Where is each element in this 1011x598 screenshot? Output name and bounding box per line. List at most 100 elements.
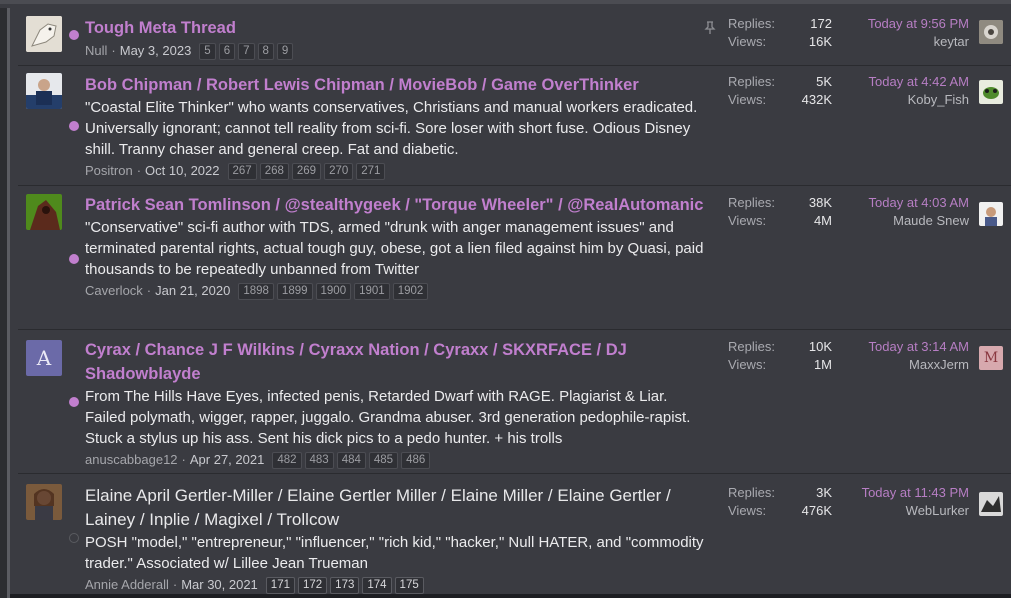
- thread-date[interactable]: Oct 10, 2022: [145, 161, 219, 181]
- thread-main: Bob Chipman / Robert Lewis Chipman / Mov…: [85, 73, 705, 181]
- avatar-letter: A: [36, 346, 52, 370]
- thread-main: Tough Meta Thread Null · May 3, 2023 5 6…: [85, 16, 705, 61]
- unread-indicator: [69, 254, 79, 264]
- latest-user[interactable]: keytar: [809, 33, 969, 51]
- latest-post: Today at 11:43 PM WebLurker: [809, 484, 969, 520]
- meta-separator: ·: [111, 43, 116, 58]
- read-indicator: [69, 533, 79, 543]
- thread-row[interactable]: A Cyrax / Chance J F Wilkins / Cyraxx Na…: [18, 330, 1011, 474]
- meta-separator: ·: [172, 577, 178, 592]
- page-link[interactable]: 1898: [238, 282, 274, 300]
- page-jump-links: 267 268 269 270 271: [227, 162, 386, 180]
- thread-meta: Caverlock · Jan 21, 2020 1898 1899 1900 …: [85, 281, 705, 301]
- page-link[interactable]: 174: [362, 576, 392, 594]
- latest-time[interactable]: Today at 4:42 AM: [809, 73, 969, 91]
- thread-excerpt: "Coastal Elite Thinker" who wants conser…: [85, 99, 698, 158]
- page-link[interactable]: 171: [265, 576, 295, 594]
- latest-avatar[interactable]: [979, 80, 1003, 104]
- avatar[interactable]: [26, 484, 62, 520]
- latest-avatar-letter: M: [983, 350, 999, 366]
- thread-meta: Null · May 3, 2023 5 6 7 8 9: [85, 41, 705, 61]
- page-link[interactable]: 8: [257, 42, 274, 60]
- thread-date[interactable]: May 3, 2023: [120, 41, 192, 61]
- latest-avatar[interactable]: [979, 20, 1003, 44]
- page-link[interactable]: 7: [238, 42, 255, 60]
- thread-author[interactable]: Caverlock: [85, 281, 143, 301]
- thread-list-panel: Tough Meta Thread Null · May 3, 2023 5 6…: [0, 0, 1011, 598]
- latest-post: Today at 4:03 AM Maude Snew: [809, 194, 969, 230]
- thread-excerpt: "Conservative" sci-fi author with TDS, a…: [85, 219, 704, 278]
- thread-main: Patrick Sean Tomlinson / @stealthygeek /…: [85, 193, 705, 301]
- page-link[interactable]: 484: [336, 451, 366, 469]
- latest-user[interactable]: Maude Snew: [809, 212, 969, 230]
- page-link[interactable]: 267: [227, 162, 257, 180]
- replies-label: Replies:: [728, 74, 775, 89]
- avatar[interactable]: A: [26, 340, 62, 376]
- latest-time[interactable]: Today at 9:56 PM: [809, 15, 969, 33]
- thread-title[interactable]: Elaine April Gertler-Miller / Elaine Ger…: [85, 484, 705, 532]
- thread-meta: Annie Adderall · Mar 30, 2021 171 172 17…: [85, 575, 705, 595]
- latest-user[interactable]: MaxxJerm: [809, 356, 969, 374]
- page-link[interactable]: 1902: [392, 282, 429, 300]
- latest-user[interactable]: WebLurker: [809, 502, 969, 520]
- thread-date[interactable]: Jan 21, 2020: [155, 281, 230, 301]
- thread-title[interactable]: Cyrax / Chance J F Wilkins / Cyraxx Nati…: [85, 338, 705, 386]
- thread-list: Tough Meta Thread Null · May 3, 2023 5 6…: [18, 8, 1011, 594]
- views-label: Views:: [728, 213, 767, 228]
- thread-author[interactable]: anuscabbage12: [85, 450, 178, 470]
- avatar[interactable]: [26, 194, 62, 230]
- page-link[interactable]: 173: [330, 576, 360, 594]
- page-link[interactable]: 1900: [315, 282, 352, 300]
- latest-avatar[interactable]: [979, 492, 1003, 516]
- page-link[interactable]: 482: [272, 451, 302, 469]
- replies-label: Replies:: [728, 16, 775, 31]
- page-link[interactable]: 270: [324, 162, 354, 180]
- latest-avatar[interactable]: M: [979, 346, 1003, 370]
- unread-indicator: [69, 121, 79, 131]
- left-rail: [0, 8, 10, 598]
- page-link[interactable]: 9: [276, 42, 294, 60]
- page-link[interactable]: 486: [401, 451, 431, 469]
- thread-excerpt: From The Hills Have Eyes, infected penis…: [85, 388, 691, 447]
- thread-author[interactable]: Annie Adderall: [85, 575, 169, 595]
- thread-date[interactable]: Mar 30, 2021: [181, 575, 258, 595]
- page-link[interactable]: 483: [304, 451, 334, 469]
- latest-time[interactable]: Today at 3:14 AM: [809, 338, 969, 356]
- views-label: Views:: [728, 92, 767, 107]
- avatar[interactable]: [26, 16, 62, 52]
- page-link[interactable]: 172: [297, 576, 328, 594]
- thread-row[interactable]: Tough Meta Thread Null · May 3, 2023 5 6…: [18, 8, 1011, 66]
- page-link[interactable]: 1899: [276, 282, 313, 300]
- page-link[interactable]: 175: [394, 576, 424, 594]
- thread-author[interactable]: Null: [85, 41, 107, 61]
- latest-user[interactable]: Koby_Fish: [809, 91, 969, 109]
- latest-avatar[interactable]: [979, 202, 1003, 226]
- page-link[interactable]: 1901: [354, 282, 390, 300]
- meta-separator: ·: [136, 163, 142, 178]
- avatar[interactable]: [26, 73, 62, 109]
- thread-title[interactable]: Patrick Sean Tomlinson / @stealthygeek /…: [85, 193, 705, 217]
- page-link[interactable]: 271: [356, 162, 386, 180]
- thread-row[interactable]: Patrick Sean Tomlinson / @stealthygeek /…: [18, 186, 1011, 330]
- page-link[interactable]: 485: [368, 451, 399, 469]
- page-link[interactable]: 6: [218, 42, 236, 60]
- thread-row[interactable]: Elaine April Gertler-Miller / Elaine Ger…: [18, 474, 1011, 598]
- page-link[interactable]: 268: [259, 162, 289, 180]
- latest-time[interactable]: Today at 11:43 PM: [809, 484, 969, 502]
- latest-post: Today at 9:56 PM keytar: [809, 15, 969, 51]
- page-link[interactable]: 269: [291, 162, 322, 180]
- thread-title[interactable]: Tough Meta Thread: [85, 16, 705, 40]
- replies-label: Replies:: [728, 339, 775, 354]
- pin-icon: [704, 20, 716, 34]
- thread-author[interactable]: Positron: [85, 161, 133, 181]
- thread-date[interactable]: Apr 27, 2021: [190, 450, 264, 470]
- latest-time[interactable]: Today at 4:03 AM: [809, 194, 969, 212]
- page-link[interactable]: 5: [199, 42, 216, 60]
- thread-meta: anuscabbage12 · Apr 27, 2021 482 483 484…: [85, 450, 705, 470]
- thread-row[interactable]: Bob Chipman / Robert Lewis Chipman / Mov…: [18, 66, 1011, 186]
- thread-title[interactable]: Bob Chipman / Robert Lewis Chipman / Mov…: [85, 73, 705, 97]
- thread-main: Elaine April Gertler-Miller / Elaine Ger…: [85, 484, 705, 595]
- views-label: Views:: [728, 503, 767, 518]
- page-jump-links: 5 6 7 8 9: [199, 42, 294, 60]
- replies-label: Replies:: [728, 195, 775, 210]
